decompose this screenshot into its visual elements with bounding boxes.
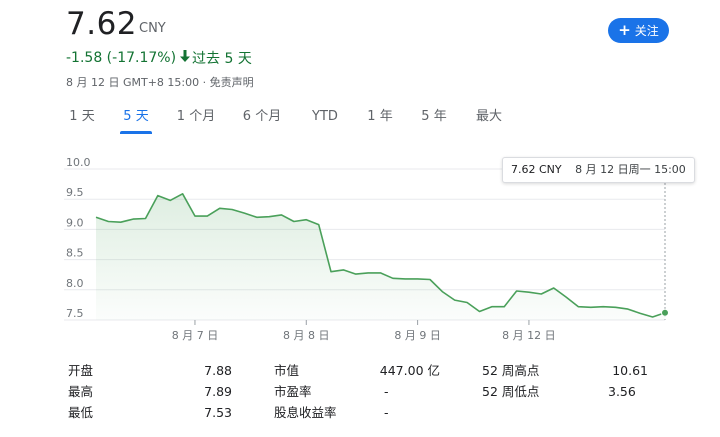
tab-ytd[interactable]: YTD [310,104,340,132]
stat-value: 3.56 [608,384,636,399]
tab-5-day[interactable]: 5 天 [120,104,152,134]
stat-label: 52 周高点 [482,363,540,378]
stat-value: 447.00 亿 [379,363,440,378]
follow-button-label: 关注 [634,24,659,38]
y-tick-label: 8.5 [66,247,84,260]
change-period: 过去 5 天 [192,51,252,67]
tab-6-month[interactable]: 6 个月 [242,104,282,132]
last-price-dot [661,308,669,317]
follow-button[interactable]: + 关注 [608,18,669,43]
arrow-down-icon [180,50,191,66]
tab-1-month[interactable]: 1 个月 [176,104,216,132]
tab-5-year[interactable]: 5 年 [420,104,448,132]
stat-label: 最高 [68,384,94,399]
stat-label: 股息收益率 [274,405,337,420]
stat-label: 最低 [68,405,94,420]
tooltip-price: 7.62 CNY [511,163,562,176]
x-tick-label: 8 月 9 日 [394,329,441,342]
stat-value: 7.89 [204,384,232,399]
stat-label: 市值 [274,363,300,378]
chart-tooltip: 7.62 CNY 8 月 12 日周一 15:00 [502,157,695,183]
current-price: 7.62 [66,6,138,42]
stat-value: - [384,384,389,399]
stat-label: 52 周低点 [482,384,540,399]
price-change: -1.58 (-17.17%) 过去 5 天 [66,48,252,68]
stat-value: 7.53 [204,405,232,420]
y-tick-label: 7.5 [66,307,84,320]
x-tick-label: 8 月 12 日 [502,329,556,342]
stat-value: 7.88 [204,363,232,378]
y-tick-label: 10.0 [66,156,91,169]
timestamp-disclaimer[interactable]: 8 月 12 日 GMT+8 15:00 · 免责声明 [66,74,254,90]
tooltip-time: 8 月 12 日周一 15:00 [575,163,686,176]
tab-1-year[interactable]: 1 年 [366,104,394,132]
change-value: -1.58 (-17.17%) [66,50,177,66]
stat-value: - [384,405,389,420]
stat-label: 市盈率 [274,384,312,399]
x-tick-label: 8 月 8 日 [283,329,330,342]
plus-icon: + [618,21,631,39]
currency-label: CNY [139,21,166,36]
tab-max[interactable]: 最大 [474,104,504,132]
x-tick-label: 8 月 7 日 [172,329,219,342]
price-area [96,193,665,320]
stat-label: 开盘 [68,363,94,378]
y-tick-label: 9.5 [66,186,84,199]
y-tick-label: 9.0 [66,216,84,229]
tab-1-day[interactable]: 1 天 [68,104,96,132]
stat-value: 10.61 [612,363,648,378]
y-tick-label: 8.0 [66,277,84,290]
